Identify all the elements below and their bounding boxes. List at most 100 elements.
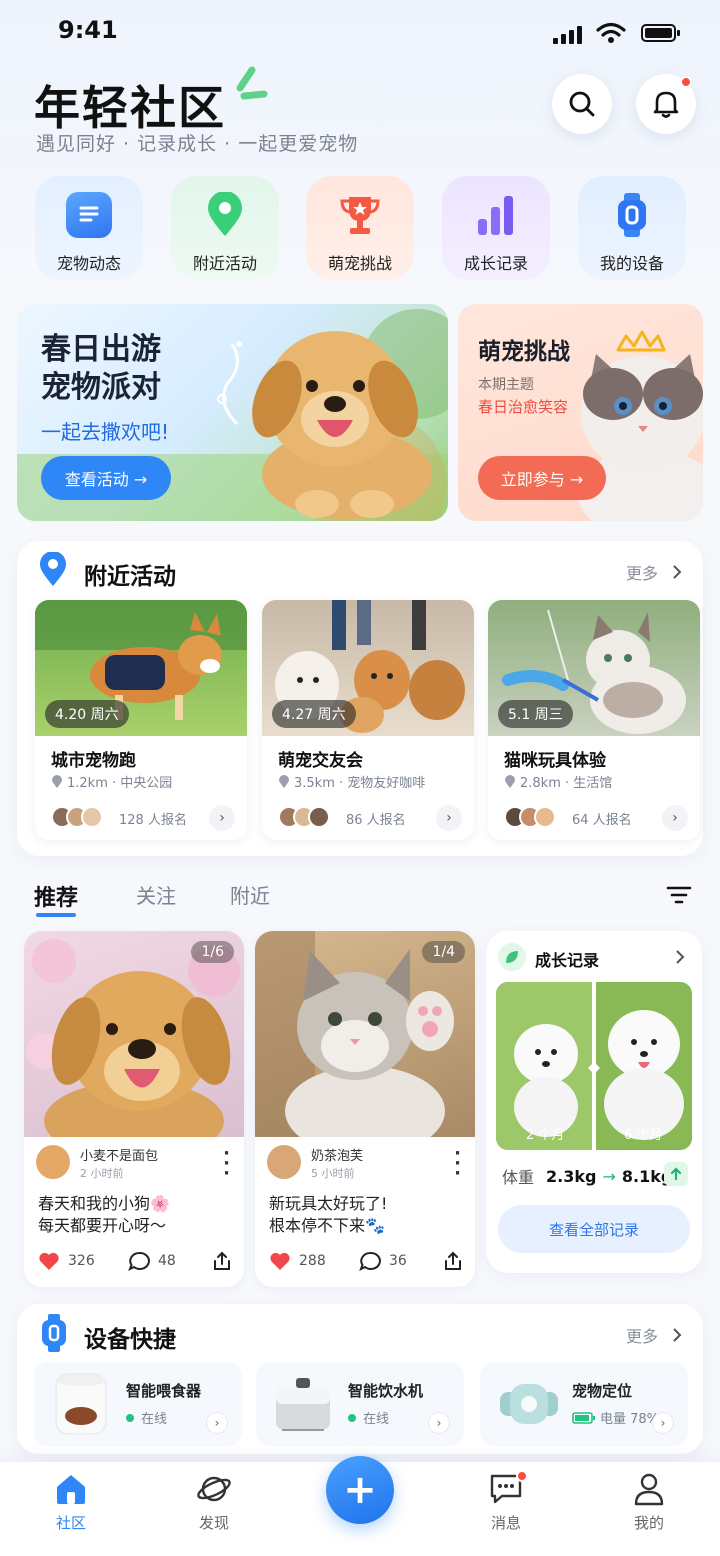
view-all-records-button[interactable]: 查看全部记录 bbox=[498, 1205, 690, 1253]
search-button[interactable] bbox=[552, 74, 612, 134]
location-pin-icon bbox=[40, 552, 66, 586]
devices-section-title: 设备快捷 bbox=[84, 1327, 176, 1353]
nav-item-profile[interactable]: 我的 bbox=[604, 1472, 694, 1533]
pet-challenge-banner[interactable]: 萌宠挑战 本期主题 春日治愈笑容 立即参与 → bbox=[458, 304, 703, 521]
comment-button[interactable]: 36 bbox=[359, 1251, 407, 1271]
quick-entry-label: 萌宠挑战 bbox=[327, 254, 392, 273]
activity-date: 5.1 bbox=[508, 707, 531, 723]
devices-more-link[interactable]: 更多 bbox=[626, 1323, 686, 1347]
pet-tracker-image bbox=[500, 1384, 558, 1424]
chevron-right-icon[interactable] bbox=[672, 948, 688, 966]
kitten-paw-photo: 1/4 bbox=[255, 931, 475, 1137]
battery-icon bbox=[641, 24, 680, 42]
avatar[interactable] bbox=[36, 1145, 70, 1179]
share-icon[interactable] bbox=[443, 1251, 463, 1271]
post-text: 春天和我的小狗🌸 每天都要开心呀～ bbox=[38, 1193, 170, 1237]
activity-card[interactable]: 4.27 周六 萌宠交友会 3.5km · 宠物友好咖啡 86 人报名 › bbox=[262, 600, 474, 840]
notification-dot bbox=[680, 76, 692, 88]
unread-message-dot bbox=[516, 1470, 528, 1482]
quick-entry-label: 附近活动 bbox=[192, 254, 257, 273]
avatar[interactable] bbox=[267, 1145, 301, 1179]
comment-button[interactable]: 48 bbox=[128, 1251, 176, 1271]
participant-avatars bbox=[51, 806, 103, 828]
challenge-theme-label: 本期主题 bbox=[478, 377, 534, 393]
nav-item-messages[interactable]: 消息 bbox=[461, 1470, 551, 1533]
notification-button[interactable] bbox=[636, 74, 696, 134]
nav-item-discover[interactable]: 发现 bbox=[169, 1472, 259, 1533]
after-label: 6 个月 bbox=[624, 1128, 663, 1143]
create-post-button[interactable]: + bbox=[326, 1456, 394, 1524]
like-button[interactable]: 288 bbox=[269, 1251, 326, 1271]
device-card-feeder[interactable]: 智能喂食器 在线 › bbox=[34, 1362, 242, 1446]
comment-icon bbox=[128, 1251, 150, 1271]
wifi-icon bbox=[596, 22, 626, 43]
post-username[interactable]: 小麦不是面包 bbox=[80, 1145, 158, 1164]
device-chevron-button[interactable]: › bbox=[428, 1412, 450, 1434]
activity-name: 猫咪玩具体验 bbox=[504, 751, 606, 771]
like-button[interactable]: 326 bbox=[38, 1251, 95, 1271]
activity-name: 城市宠物跑 bbox=[51, 751, 136, 771]
map-pin-icon bbox=[52, 775, 62, 788]
activity-name: 萌宠交友会 bbox=[278, 751, 363, 771]
quick-entry-pet-feed[interactable]: 宠物动态 bbox=[35, 176, 143, 280]
spring-party-banner[interactable]: 春日出游 宠物派对 一起去撒欢吧! 查看活动 → bbox=[17, 304, 448, 521]
nearby-more-link[interactable]: 更多 bbox=[626, 560, 686, 584]
tab-recommended[interactable]: 推荐 bbox=[34, 880, 78, 912]
activity-location: 1.2km · 中央公园 bbox=[51, 772, 172, 791]
join-challenge-button[interactable]: 立即参与 → bbox=[478, 456, 606, 500]
activity-card[interactable]: 4.20 周六 城市宠物跑 1.2km · 中央公园 128 人报名 › bbox=[35, 600, 247, 840]
activity-chevron-button[interactable]: › bbox=[209, 805, 235, 831]
activity-date: 4.20 bbox=[55, 707, 87, 723]
view-activity-button[interactable]: 查看活动 → bbox=[41, 456, 171, 500]
device-status-text: 电量 78% bbox=[600, 1412, 660, 1427]
activity-weekday: 周六 bbox=[317, 707, 346, 723]
filter-icon[interactable] bbox=[666, 884, 692, 906]
quick-entry-label: 宠物动态 bbox=[56, 254, 121, 273]
quick-entry-growth[interactable]: 成长记录 bbox=[442, 176, 550, 280]
activity-card[interactable]: 5.1 周三 猫咪玩具体验 2.8km · 生活馆 64 人报名 › bbox=[488, 600, 700, 840]
device-card-fountain[interactable]: 智能饮水机 在线 › bbox=[256, 1362, 464, 1446]
device-status: 在线 bbox=[348, 1408, 389, 1427]
activity-chevron-button[interactable]: › bbox=[436, 805, 462, 831]
like-count: 288 bbox=[299, 1253, 326, 1269]
challenge-title: 萌宠挑战 bbox=[478, 339, 570, 365]
map-pin-icon bbox=[505, 775, 515, 788]
nearby-section-title: 附近活动 bbox=[84, 564, 176, 590]
post-username[interactable]: 奶茶泡芙 bbox=[311, 1145, 363, 1164]
share-icon[interactable] bbox=[212, 1251, 232, 1271]
comment-count: 48 bbox=[158, 1253, 176, 1269]
post-card[interactable]: 1/6 小麦不是面包 2 小时前 · · · 春天和我的小狗🌸 每天都要开心呀～ 32… bbox=[24, 931, 244, 1287]
post-text: 新玩具太好玩了! 根本停不下来🐾 bbox=[269, 1193, 387, 1237]
golden-puppy-photo: 1/6 bbox=[24, 931, 244, 1137]
trophy-icon bbox=[337, 192, 383, 238]
banner-title-line2: 宠物派对 bbox=[41, 370, 161, 405]
tab-following[interactable]: 关注 bbox=[136, 880, 176, 909]
post-text-line: 春天和我的小狗🌸 bbox=[38, 1194, 170, 1213]
growth-title: 成长记录 bbox=[535, 951, 600, 970]
cellular-signal-icon bbox=[553, 26, 583, 44]
quick-entry-devices[interactable]: 我的设备 bbox=[578, 176, 686, 280]
device-chevron-button[interactable]: › bbox=[652, 1412, 674, 1434]
banner-tagline: 一起去撒欢吧! bbox=[41, 420, 170, 444]
more-options-icon[interactable]: · · · bbox=[454, 1145, 461, 1183]
post-card[interactable]: 1/4 奶茶泡芙 5 小时前 · · · 新玩具太好玩了! 根本停不下来🐾 288 3… bbox=[255, 931, 475, 1287]
leaf-icon bbox=[498, 943, 526, 971]
activity-location-text: 3.5km · 宠物友好咖啡 bbox=[294, 776, 426, 791]
quick-entry-challenge[interactable]: 萌宠挑战 bbox=[306, 176, 414, 280]
comment-count: 36 bbox=[389, 1253, 407, 1269]
participant-avatars bbox=[504, 806, 556, 828]
signup-count: 86 人报名 bbox=[346, 813, 406, 828]
device-chevron-button[interactable]: › bbox=[206, 1412, 228, 1434]
tab-nearby[interactable]: 附近 bbox=[230, 880, 270, 909]
activity-location-text: 1.2km · 中央公园 bbox=[67, 776, 173, 791]
photo-page-indicator: 1/4 bbox=[422, 941, 465, 963]
banner-title-line1: 春日出游 bbox=[41, 332, 161, 367]
quick-entry-nearby[interactable]: 附近活动 bbox=[171, 176, 279, 280]
more-options-icon[interactable]: · · · bbox=[223, 1145, 230, 1183]
document-icon bbox=[66, 192, 112, 238]
heart-icon bbox=[270, 1252, 290, 1270]
nav-item-community[interactable]: 社区 bbox=[26, 1472, 116, 1533]
smartwatch-icon bbox=[609, 192, 655, 238]
device-card-tracker[interactable]: 宠物定位 电量 78% › bbox=[480, 1362, 688, 1446]
activity-chevron-button[interactable]: › bbox=[662, 805, 688, 831]
